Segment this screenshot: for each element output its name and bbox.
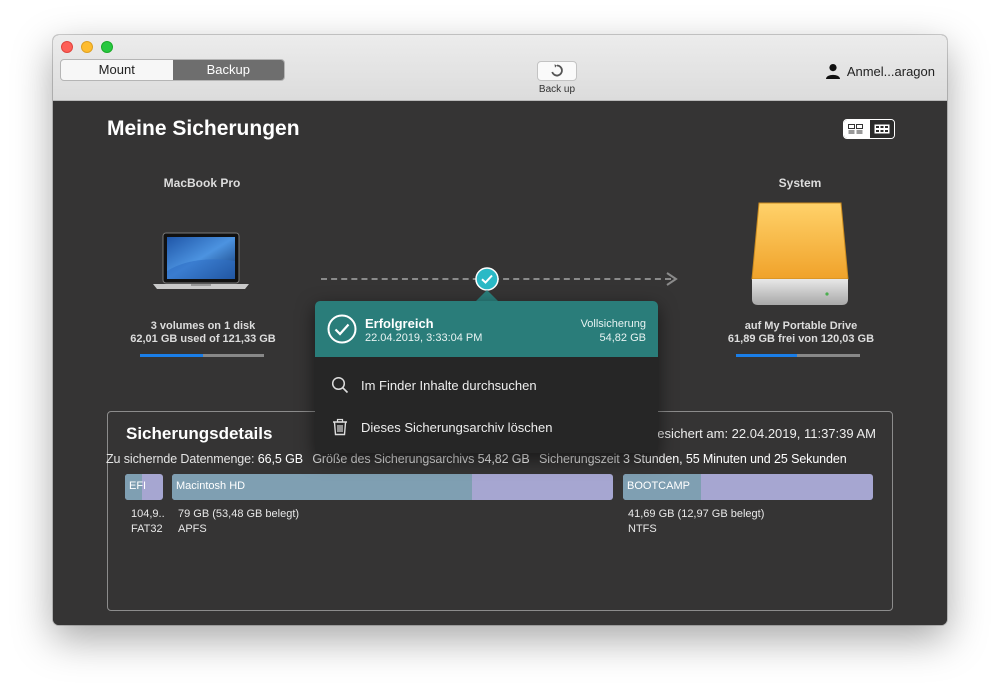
saved-at: esichert am: 22.04.2019, 11:37:39 AM [657,426,876,441]
browse-in-finder-menu-item[interactable]: Im Finder Inhalte durchsuchen [315,367,658,403]
popup-date: 22.04.2019, 3:33:04 PM [365,332,483,344]
archive-size-label: Größe des Sicherungsarchivs [312,452,475,466]
view-toggle [843,119,895,139]
duration-label: Sicherungszeit [539,452,620,466]
partition-name: EFI [129,480,147,492]
destination-summary: auf My Portable Drive 61,89 GB frei von … [701,320,901,346]
search-icon [331,376,349,394]
archive-size-value: 54,82 GB [477,452,530,466]
partition-name: Macintosh HD [176,480,246,492]
minimize-window-button[interactable] [81,41,93,53]
backup-arrow-icon [551,64,563,77]
partition-size: 79 GB (53,48 GB belegt) [178,508,300,520]
titlebar: Mount Backup Back up Anmel...aragon [53,35,947,101]
partition-name: BOOTCAMP [627,480,690,492]
external-drive-icon[interactable] [749,199,851,307]
partition-filesystem: FAT32 [131,523,163,535]
user-icon [825,64,840,79]
backup-button-label: Back up [538,84,576,95]
data-amount-label: Zu sichernde Datenmenge: [106,452,255,466]
partition-info-efi: 104,9.. FAT32 [131,507,165,537]
source-usage-fill [140,354,204,357]
source-usage: 62,01 GB used of 121,33 GB [130,333,276,345]
laptop-icon[interactable] [153,231,249,293]
partition-info-macintosh-hd: 79 GB (53,48 GB belegt) APFS [178,507,299,537]
partition-info-bootcamp: 41,69 GB (12,97 GB belegt) NTFS [628,507,764,537]
partition-filesystem: NTFS [628,523,657,535]
view-list-button[interactable] [868,120,894,138]
duration-value: 3 Stunden, 55 Minuten und 25 Sekunden [623,452,847,466]
backup-status-popup: Erfolgreich 22.04.2019, 3:33:04 PM Volls… [315,301,658,453]
tab-mount[interactable]: Mount [61,60,173,80]
zoom-window-button[interactable] [101,41,113,53]
partition-size: 104,9.. [131,508,165,520]
destination-name: System [778,176,822,190]
mode-segmented-control: Mount Backup [60,59,285,81]
partition-efi[interactable]: EFI [125,474,163,500]
backup-status-check-icon[interactable] [475,267,499,291]
close-window-button[interactable] [61,41,73,53]
details-title: Sicherungsdetails [126,424,273,443]
destination-location: auf My Portable Drive [744,320,858,332]
popup-header: Erfolgreich 22.04.2019, 3:33:04 PM Volls… [315,301,658,357]
list-view-icon [874,124,890,134]
partition-map: EFI Macintosh HD BOOTCAMP [125,474,877,502]
user-label: Anmel...aragon [846,63,935,79]
view-tiles-button[interactable] [844,120,869,138]
partition-bootcamp[interactable]: BOOTCAMP [623,474,873,500]
destination-usage-fill [736,354,797,357]
browse-in-finder-label: Im Finder Inhalte durchsuchen [361,377,537,393]
details-info-line: Zu sichernde Datenmenge: 66,5 GB Größe d… [106,452,896,466]
source-summary: 3 volumes on 1 disk 62,01 GB used of 121… [113,320,293,346]
popup-backup-size: 54,82 GB [599,332,646,344]
backup-button[interactable] [537,61,577,81]
partition-macintosh-hd[interactable]: Macintosh HD [172,474,613,500]
source-volumes: 3 volumes on 1 disk [150,320,256,332]
page-title: Meine Sicherungen [107,117,300,140]
popup-backup-type: Vollsicherung [580,318,646,330]
data-amount-value: 66,5 GB [257,452,303,466]
user-account[interactable]: Anmel...aragon [825,63,935,79]
destination-free-space: 61,89 GB frei von 120,03 GB [727,333,875,345]
partition-size: 41,69 GB (12,97 GB belegt) [628,508,765,520]
arrow-right-icon [666,272,678,286]
partition-filesystem: APFS [178,523,207,535]
destination-usage-bar [736,354,860,357]
source-usage-bar [140,354,264,357]
trash-icon [333,418,347,436]
popup-status: Erfolgreich [365,316,434,331]
delete-archive-menu-item[interactable]: Dieses Sicherungsarchiv löschen [315,409,658,445]
tab-backup[interactable]: Backup [172,60,284,80]
success-check-icon [327,314,357,344]
source-name: MacBook Pro [163,176,241,190]
delete-archive-label: Dieses Sicherungsarchiv löschen [361,419,553,435]
tiles-view-icon [848,124,864,134]
